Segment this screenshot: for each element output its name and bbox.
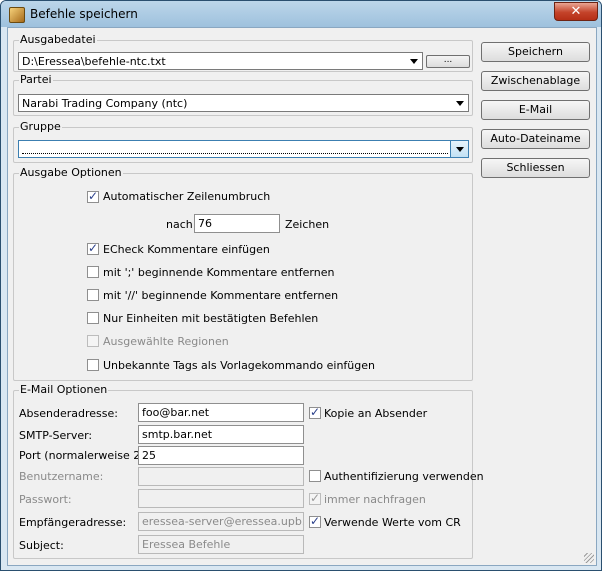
email-options-legend: E-Mail Optionen xyxy=(19,383,109,396)
recipient-input: eressea-server@eressea.upb.de xyxy=(138,512,304,531)
use-auth-label: Authentifizierung verwenden xyxy=(324,470,484,483)
copy-to-sender-label: Kopie an Absender xyxy=(324,407,428,420)
window-title: Befehle speichern xyxy=(30,7,138,21)
save-orders-dialog: Befehle speichern ✕ Ausgabedatei D:\Eres… xyxy=(0,0,602,571)
browse-button[interactable]: ... xyxy=(426,55,470,68)
smtp-server-label: SMTP-Server: xyxy=(19,429,93,442)
echeck-comments-label: ECheck Kommentare einfügen xyxy=(103,243,270,256)
remove-slash-comments-label: mit '//' beginnende Kommentare entfernen xyxy=(103,289,339,302)
sender-input[interactable]: foo@bar.net xyxy=(138,403,304,422)
chevron-down-icon xyxy=(456,101,464,106)
selected-regions-label: Ausgewählte Regionen xyxy=(103,335,229,348)
wrap-after-label: nach xyxy=(166,218,193,231)
group-combo[interactable] xyxy=(18,140,469,158)
echeck-comments-checkbox[interactable] xyxy=(87,241,99,255)
use-cr-values-checkbox[interactable] xyxy=(309,514,321,528)
faction-combo[interactable]: Narabi Trading Company (ntc) xyxy=(18,94,469,112)
always-ask-label: immer nachfragen xyxy=(324,493,426,506)
output-file-value: D:\Eressea\befehle-ntc.txt xyxy=(22,55,166,68)
save-button[interactable]: Speichern xyxy=(481,42,590,62)
characters-label: Zeichen xyxy=(285,218,330,231)
use-cr-values-label: Verwende Werte vom CR xyxy=(324,516,461,529)
remove-semicolon-comments-label: mit ';' beginnende Kommentare entfernen xyxy=(103,266,335,279)
port-input[interactable]: 25 xyxy=(138,446,304,465)
subject-input: Eressea Befehle xyxy=(138,535,304,554)
chevron-down-icon xyxy=(456,147,464,152)
group-dropdown-button[interactable] xyxy=(450,141,468,157)
copy-to-sender-checkbox[interactable] xyxy=(309,405,321,419)
recipient-label: Empfängeradresse: xyxy=(19,516,127,529)
use-auth-checkbox[interactable] xyxy=(309,470,321,482)
faction-legend: Partei xyxy=(19,73,53,86)
resize-grip-icon[interactable] xyxy=(584,553,594,563)
chevron-down-icon xyxy=(410,59,418,64)
unknown-tags-checkbox[interactable] xyxy=(87,359,99,371)
output-file-combo[interactable]: D:\Eressea\befehle-ntc.txt xyxy=(18,52,423,70)
dialog-body: Ausgabedatei D:\Eressea\befehle-ntc.txt … xyxy=(7,27,597,566)
wrap-width-input[interactable]: 76 xyxy=(194,214,280,233)
title-bar[interactable]: Befehle speichern ✕ xyxy=(1,1,601,27)
line-wrap-checkbox[interactable] xyxy=(87,189,99,203)
clipboard-button[interactable]: Zwischenablage xyxy=(481,71,590,91)
username-input xyxy=(138,467,304,486)
remove-semicolon-comments-checkbox[interactable] xyxy=(87,266,99,278)
remove-slash-comments-checkbox[interactable] xyxy=(87,289,99,301)
faction-value: Narabi Trading Company (ntc) xyxy=(22,97,188,110)
email-button[interactable]: E-Mail xyxy=(481,100,590,120)
unknown-tags-label: Unbekannte Tags als Vorlagekommando einf… xyxy=(103,359,375,372)
subject-label: Subject: xyxy=(19,539,64,552)
username-label: Benutzername: xyxy=(19,470,104,483)
confirmed-units-checkbox[interactable] xyxy=(87,312,99,324)
close-window-button[interactable]: ✕ xyxy=(554,2,598,21)
output-options-legend: Ausgabe Optionen xyxy=(19,166,123,179)
app-icon xyxy=(9,7,25,23)
always-ask-checkbox xyxy=(309,491,321,505)
close-button[interactable]: Schliessen xyxy=(481,158,590,178)
password-input xyxy=(138,489,304,508)
auto-filename-button[interactable]: Auto-Dateiname xyxy=(481,129,590,149)
selected-regions-checkbox xyxy=(87,335,99,347)
password-label: Passwort: xyxy=(19,493,72,506)
line-wrap-label: Automatischer Zeilenumbruch xyxy=(103,190,271,203)
group-legend: Gruppe xyxy=(19,120,62,133)
output-file-legend: Ausgabedatei xyxy=(19,33,97,46)
port-label: Port (normalerweise 25): xyxy=(19,449,156,462)
confirmed-units-label: Nur Einheiten mit bestätigten Befehlen xyxy=(103,312,319,325)
sender-label: Absenderadresse: xyxy=(19,407,118,420)
focus-indicator xyxy=(22,153,448,154)
smtp-server-input[interactable]: smtp.bar.net xyxy=(138,425,304,444)
